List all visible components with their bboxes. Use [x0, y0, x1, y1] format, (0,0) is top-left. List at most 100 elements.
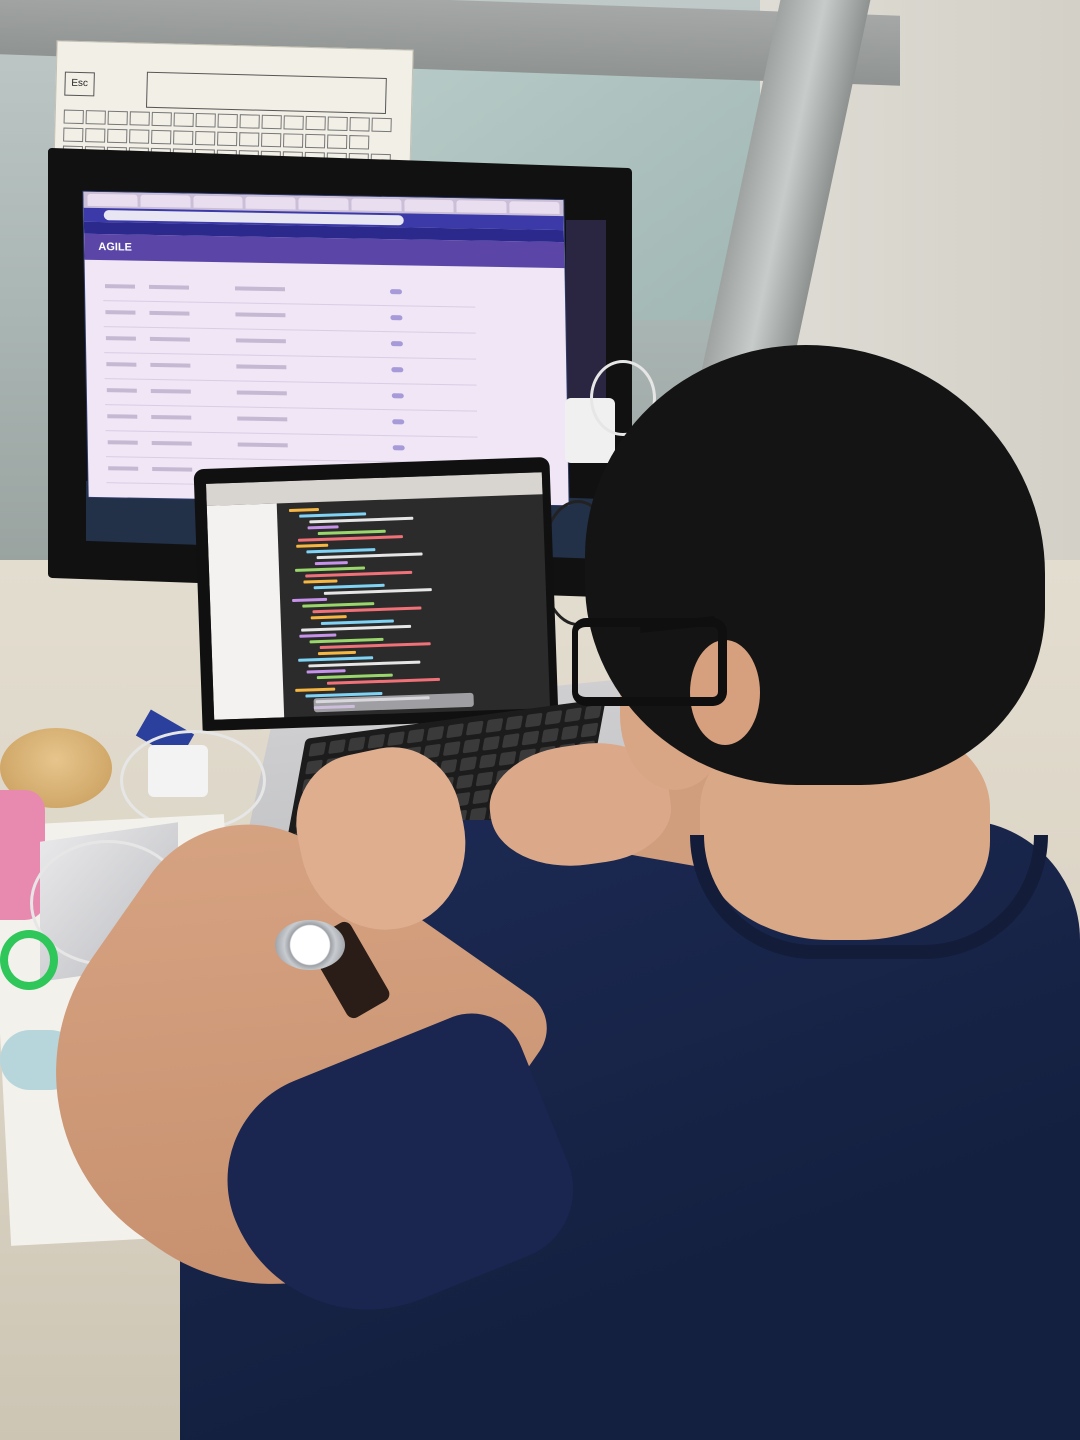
browser-tab	[192, 195, 243, 209]
table-row-divider	[105, 430, 478, 438]
code-line	[307, 525, 339, 530]
keyboard-key	[580, 722, 599, 738]
code-line	[299, 512, 367, 518]
table-row-divider	[104, 352, 477, 360]
table-cell	[236, 364, 287, 370]
code-line	[295, 566, 366, 572]
table-cell	[106, 362, 137, 367]
browser-tab	[87, 193, 138, 207]
keyboard-key	[475, 771, 494, 787]
keyboard-key	[478, 753, 497, 769]
code-line	[316, 552, 423, 560]
keyboard-key	[446, 723, 464, 739]
table-cell	[235, 338, 286, 344]
code-line	[308, 660, 421, 668]
keyboard-key	[328, 739, 346, 755]
code-line	[323, 588, 432, 595]
code-line	[310, 615, 347, 620]
keyboard-key	[501, 733, 520, 749]
keyboard-key	[583, 704, 602, 720]
table-cell	[149, 336, 190, 342]
table-row-divider	[104, 378, 477, 386]
table-row-divider	[103, 300, 476, 308]
table-cell	[104, 284, 136, 289]
table-cell	[150, 388, 191, 394]
keyboard-key	[472, 789, 491, 805]
table-cell	[106, 388, 137, 393]
code-line	[309, 637, 384, 644]
browser-tab	[245, 196, 296, 210]
code-line	[301, 624, 412, 632]
code-line	[303, 579, 338, 584]
card-esc-key: Esc	[64, 71, 95, 97]
code-line	[317, 650, 357, 656]
table-cell	[149, 310, 190, 316]
table-cell	[148, 284, 190, 290]
browser-tab	[140, 194, 191, 208]
table-cell	[151, 414, 192, 420]
table-cell	[236, 390, 287, 396]
table-cell	[235, 312, 286, 318]
table-cell	[108, 466, 139, 471]
card-note	[145, 71, 387, 114]
code-line	[302, 602, 375, 608]
code-line	[299, 633, 337, 638]
keyboard-key	[387, 731, 405, 747]
keyboard-key	[462, 738, 481, 754]
table-cell	[105, 336, 136, 341]
browser-tab	[404, 199, 455, 213]
code-line	[316, 673, 393, 680]
table-row-divider	[105, 404, 478, 412]
keyboard-key	[524, 712, 543, 728]
code-line	[314, 561, 348, 566]
keyboard-key	[459, 756, 478, 772]
code-line	[319, 642, 431, 650]
status-pill	[392, 445, 405, 451]
keyboard-key	[442, 741, 461, 757]
code-line	[298, 656, 374, 662]
code-line	[326, 677, 441, 685]
keyboard-key	[367, 733, 386, 749]
code-line	[313, 583, 385, 590]
code-line	[306, 669, 346, 674]
green-ring	[0, 930, 58, 990]
status-pill	[390, 341, 403, 347]
table-cell	[234, 286, 286, 292]
browser-tab	[509, 201, 560, 215]
eyeglasses	[572, 618, 727, 706]
keyboard-key	[564, 707, 583, 723]
keyboard-key	[544, 710, 563, 726]
table-cell	[152, 466, 193, 472]
status-pill	[389, 289, 403, 295]
keyboard-key	[485, 717, 504, 733]
browser-side-pane	[206, 503, 285, 720]
browser-tab	[298, 197, 349, 211]
keyboard-key	[560, 725, 579, 741]
table-cell	[150, 362, 191, 368]
code-line	[292, 597, 328, 602]
table-cell	[105, 310, 136, 315]
table-row-divider	[103, 326, 476, 334]
app-title: AGILE	[98, 241, 133, 254]
code-line	[296, 543, 329, 548]
browser-tab	[351, 198, 402, 212]
table-cell	[237, 416, 288, 422]
keyboard-key	[426, 725, 445, 741]
laptop-screen	[205, 472, 551, 720]
keyboard-key	[505, 715, 524, 731]
code-line	[320, 619, 394, 626]
keyboard-key	[406, 728, 425, 744]
code-line	[306, 548, 376, 554]
code-line	[288, 508, 319, 513]
status-pill	[390, 315, 403, 321]
keyboard-key	[455, 774, 474, 790]
wristwatch	[275, 920, 345, 970]
table-cell	[107, 414, 138, 419]
code-line	[297, 535, 403, 542]
keyboard-key	[482, 735, 501, 751]
keyboard-key	[347, 736, 366, 752]
code-line	[312, 606, 422, 614]
status-pill	[391, 393, 404, 399]
table-cell	[107, 440, 138, 445]
keyboard-key	[541, 727, 560, 743]
